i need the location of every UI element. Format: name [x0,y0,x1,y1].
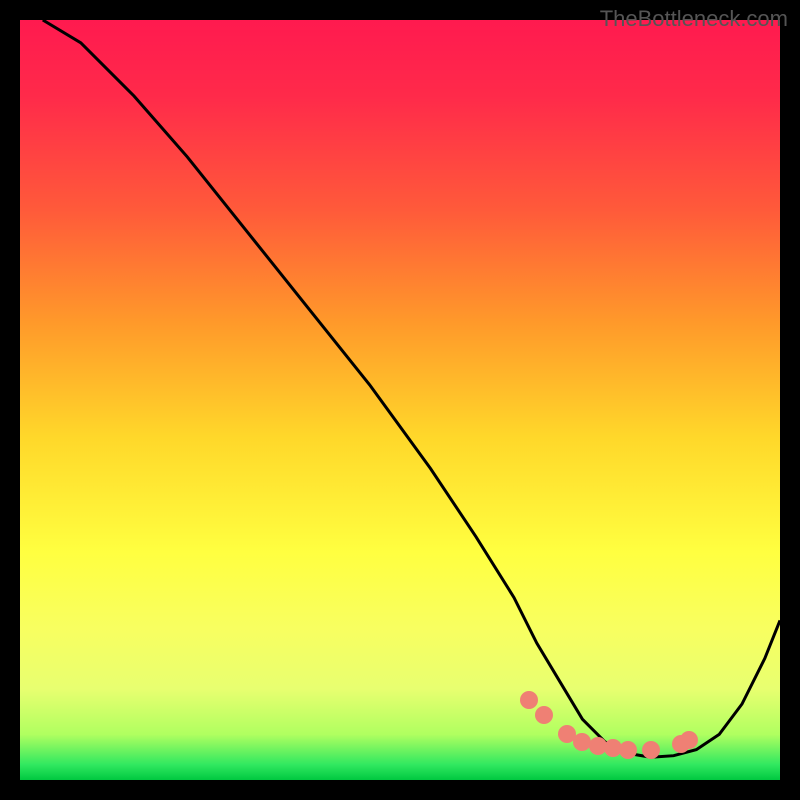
chart-highlight-dot [520,691,538,709]
watermark-text: TheBottleneck.com [600,6,788,32]
chart-highlight-dot [642,741,660,759]
chart-highlight-dot [535,706,553,724]
chart-plot-area [20,20,780,780]
chart-curve-path [43,20,780,757]
chart-curve-svg [20,20,780,780]
chart-highlight-dot [680,731,698,749]
chart-highlight-dot [619,741,637,759]
